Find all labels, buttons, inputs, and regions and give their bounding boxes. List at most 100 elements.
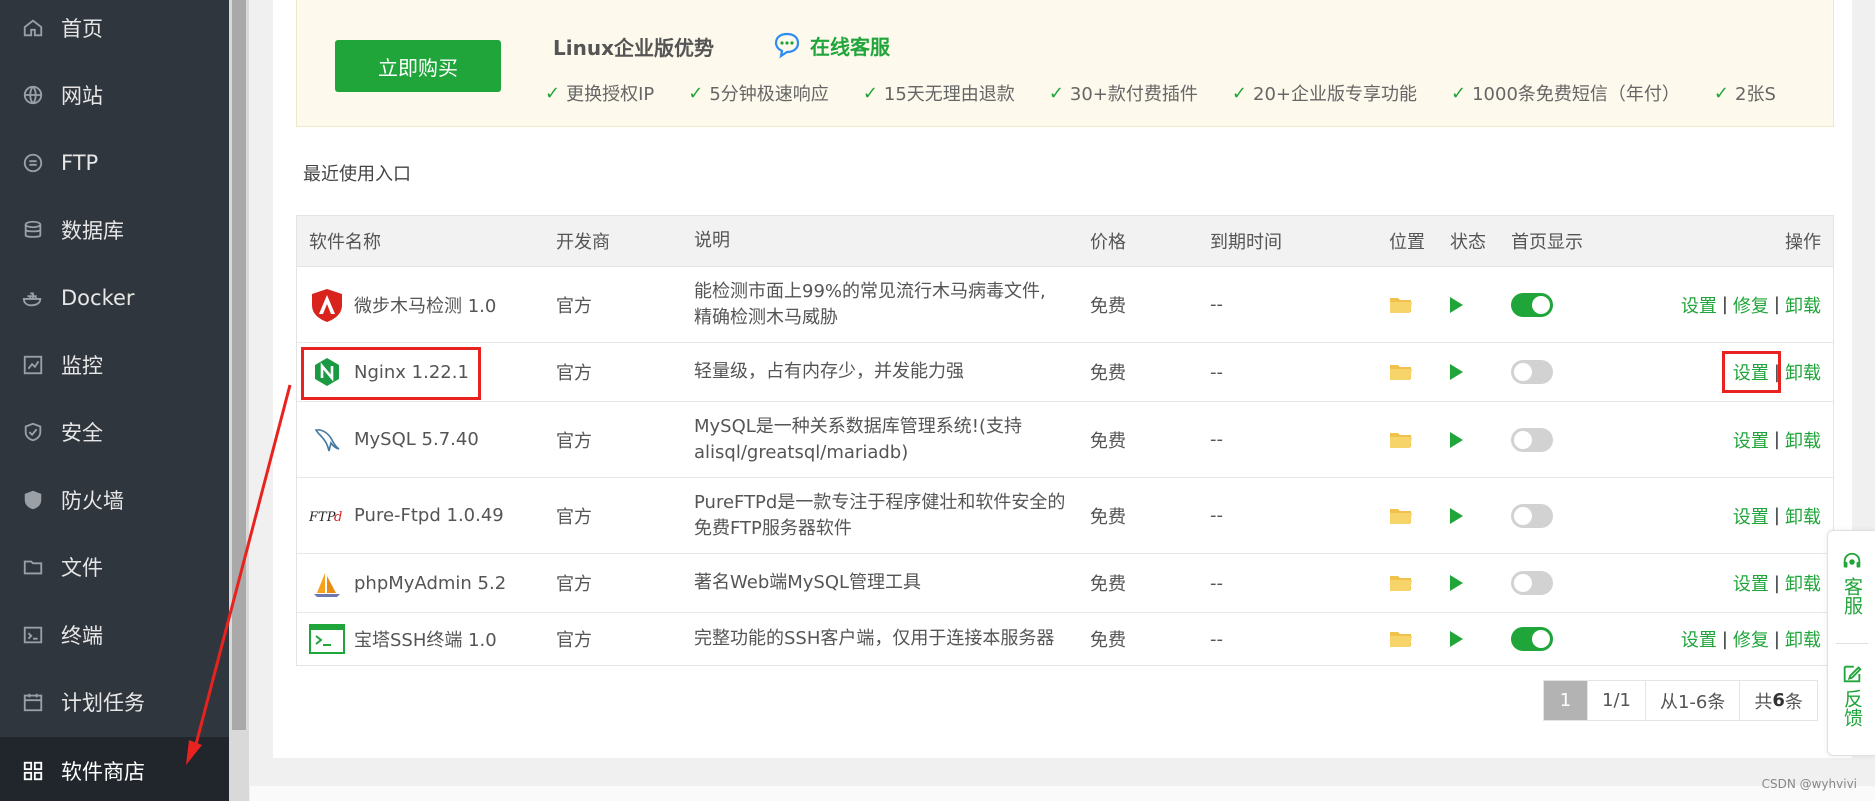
uninstall-link[interactable]: 卸载 xyxy=(1785,292,1821,318)
status-running[interactable] xyxy=(1450,554,1463,612)
homepage-toggle[interactable] xyxy=(1511,402,1553,477)
online-service-link[interactable]: 在线客服 xyxy=(772,30,890,60)
developer: 官方 xyxy=(556,295,592,317)
uninstall-link[interactable]: 卸载 xyxy=(1785,570,1821,596)
open-folder-button[interactable] xyxy=(1389,478,1413,553)
sidebar-item-label: 数据库 xyxy=(61,218,124,243)
sidebar-item-home[interactable]: 首页 xyxy=(0,0,229,61)
open-folder-button[interactable] xyxy=(1389,267,1413,342)
open-folder-button[interactable] xyxy=(1389,402,1413,477)
status-running[interactable] xyxy=(1450,267,1463,342)
software-table: 软件名称 开发商 说明 价格 到期时间 位置 状态 首页显示 操作 微步木马检测… xyxy=(296,215,1834,666)
description-line: 著名Web端MySQL管理工具 xyxy=(694,572,922,593)
toggle-switch[interactable] xyxy=(1511,503,1553,528)
toggle-knob xyxy=(1514,506,1532,525)
toggle-switch[interactable] xyxy=(1511,571,1553,595)
feedback-label: 反馈 xyxy=(1841,689,1863,727)
sidebar-item-firewall[interactable]: 防火墙 xyxy=(0,466,229,533)
ops-cell: 设置 | 修复 | 卸载 xyxy=(1681,267,1821,342)
headset-icon xyxy=(1843,552,1861,568)
description: 轻量级，占有内存少，并发能力强 xyxy=(694,343,1074,401)
play-icon xyxy=(1450,507,1463,524)
sidebar-item-app-store[interactable]: 软件商店 xyxy=(0,737,229,801)
software-name: phpMyAdmin 5.2 xyxy=(354,572,507,594)
open-folder-button[interactable] xyxy=(1389,343,1413,401)
software-name: 宝塔SSH终端 1.0 xyxy=(354,630,497,651)
sidebar-item-ftp[interactable]: FTP xyxy=(0,129,229,196)
software-name-cell: FTP d Pure-Ftpd 1.0.49 xyxy=(309,478,504,553)
developer: 官方 xyxy=(556,506,592,528)
homepage-toggle[interactable] xyxy=(1511,613,1553,665)
check-icon: ✓ xyxy=(545,82,561,104)
description-line: PureFTPd是一款专注于程序健壮和软件安全的 xyxy=(694,491,1066,513)
status-running[interactable] xyxy=(1450,343,1463,401)
sidebar-item-terminal[interactable]: 终端 xyxy=(0,601,229,668)
software-name-cell: MySQL 5.7.40 xyxy=(309,402,479,477)
header-homepage: 首页显示 xyxy=(1511,232,1583,253)
feature-item: ✓ 20+企业版专享功能 xyxy=(1232,80,1417,106)
mysql-icon xyxy=(309,422,345,458)
sidebar-item-docker[interactable]: Docker xyxy=(0,264,229,331)
status-running[interactable] xyxy=(1450,478,1463,553)
sidebar: 首页 网站 FTP 数据库 Docker 监控 安全 防火墙 文件 终端 计划任… xyxy=(0,0,229,801)
feature-item: ✓ 2张S xyxy=(1714,80,1776,106)
toggle-switch[interactable] xyxy=(1511,427,1553,452)
software-name-cell: phpMyAdmin 5.2 xyxy=(309,554,506,612)
homepage-toggle[interactable] xyxy=(1511,267,1553,342)
open-folder-button[interactable] xyxy=(1389,554,1413,612)
sidebar-item-website[interactable]: 网站 xyxy=(0,61,229,128)
toggle-switch[interactable] xyxy=(1511,292,1553,317)
expiry: -- xyxy=(1210,572,1223,594)
ops-cell: 设置 | 卸载 xyxy=(1733,554,1821,612)
sidebar-item-security[interactable]: 安全 xyxy=(0,398,229,465)
homepage-toggle[interactable] xyxy=(1511,343,1553,401)
repair-link[interactable]: 修复 xyxy=(1733,626,1769,652)
settings-link[interactable]: 设置 xyxy=(1733,570,1769,596)
expiry: -- xyxy=(1210,294,1223,315)
sidebar-item-database[interactable]: 数据库 xyxy=(0,196,229,263)
uninstall-link[interactable]: 卸载 xyxy=(1785,626,1821,652)
table-header: 软件名称 开发商 说明 价格 到期时间 位置 状态 首页显示 操作 xyxy=(297,216,1833,267)
settings-link[interactable]: 设置 xyxy=(1733,359,1769,385)
terminal-icon xyxy=(20,622,46,648)
table-row: FTP d Pure-Ftpd 1.0.49 官方 PureFTPd是一款专注于程… xyxy=(297,478,1833,554)
feature-label: 1000条免费短信（年付） xyxy=(1472,84,1680,105)
buy-now-button[interactable]: 立即购买 xyxy=(335,40,501,92)
software-name: MySQL 5.7.40 xyxy=(354,429,479,450)
settings-link[interactable]: 设置 xyxy=(1681,626,1717,652)
toggle-knob xyxy=(1514,430,1532,449)
sidebar-item-monitor[interactable]: 监控 xyxy=(0,331,229,398)
scrollbar-thumb[interactable] xyxy=(232,0,246,730)
uninstall-link[interactable]: 卸载 xyxy=(1785,427,1821,453)
repair-link[interactable]: 修复 xyxy=(1733,292,1769,318)
homepage-toggle[interactable] xyxy=(1511,554,1553,612)
toggle-knob xyxy=(1532,630,1550,648)
customer-service-button[interactable]: 客服 xyxy=(1828,551,1875,615)
folder-icon xyxy=(1390,297,1412,313)
status-running[interactable] xyxy=(1450,402,1463,477)
description: 能检测市面上99%的常见流行木马病毒文件, 精确检测木马威胁 xyxy=(694,267,1074,342)
chat-bubble-icon xyxy=(774,32,800,59)
sidebar-item-cron[interactable]: 计划任务 xyxy=(0,668,229,735)
status-running[interactable] xyxy=(1450,613,1463,665)
toggle-switch[interactable] xyxy=(1511,627,1553,651)
settings-link[interactable]: 设置 xyxy=(1733,427,1769,453)
software-name: 微步木马检测 1.0 xyxy=(354,295,497,317)
settings-link[interactable]: 设置 xyxy=(1681,292,1717,318)
sidebar-item-files[interactable]: 文件 xyxy=(0,533,229,600)
promo-title: Linux企业版优势 xyxy=(553,36,714,60)
uninstall-link[interactable]: 卸载 xyxy=(1785,359,1821,385)
settings-link[interactable]: 设置 xyxy=(1733,503,1769,529)
check-icon: ✓ xyxy=(1048,82,1064,104)
enterprise-promo-banner: 立即购买 Linux企业版优势 在线客服 ✓ 更换授权IP ✓ 5分钟极速响应 ✓ 1… xyxy=(296,0,1834,127)
uninstall-link[interactable]: 卸载 xyxy=(1785,503,1821,529)
svg-text:d: d xyxy=(334,510,342,525)
page-current-button[interactable]: 1 xyxy=(1544,681,1587,720)
toggle-switch[interactable] xyxy=(1511,360,1553,384)
shield-icon xyxy=(20,419,46,445)
open-folder-button[interactable] xyxy=(1389,613,1413,665)
ops-cell: 设置 | 卸载 xyxy=(1733,402,1821,477)
feedback-button[interactable]: 反馈 xyxy=(1828,663,1875,727)
database-icon xyxy=(20,217,46,243)
homepage-toggle[interactable] xyxy=(1511,478,1553,553)
